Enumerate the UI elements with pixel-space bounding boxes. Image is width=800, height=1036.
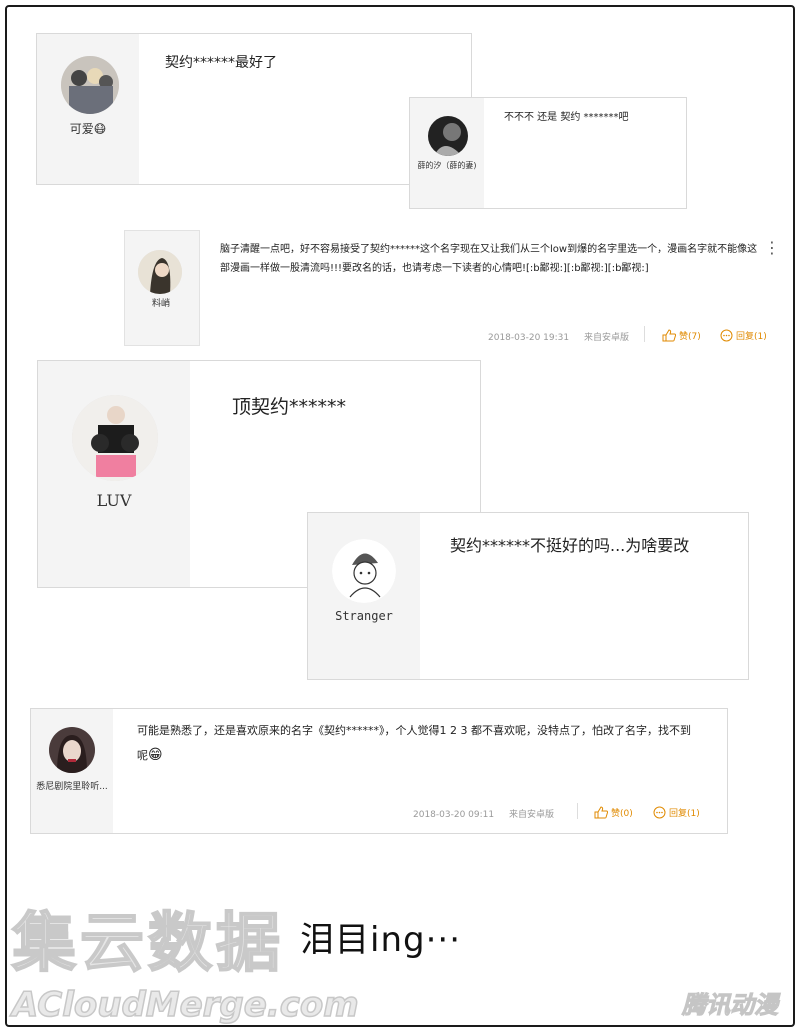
username[interactable]: 悉尼剧院里聆听...	[31, 779, 113, 792]
comment-meta: 2018-03-20 19:31 来自安卓版	[488, 330, 641, 343]
username[interactable]: LUV	[38, 491, 190, 510]
comment-date: 2018-03-20 19:31	[488, 333, 570, 343]
comment-card: 料峭 脑子清醒一点吧，好不容易接受了契约******这个名字现在又让我们从三个l…	[124, 230, 780, 346]
watermark-logo-cn: 集云数据	[11, 906, 284, 982]
like-count: 赞(0)	[611, 809, 633, 819]
username[interactable]: 料峭	[124, 296, 198, 309]
comment-meta: 2018-03-20 09:11 来自安卓版	[413, 807, 566, 820]
reply-bubble-icon	[720, 329, 733, 342]
comment-text-body: 可能是熟悉了，还是喜欢原来的名字《契约******》，个人觉得1 2 3 都不喜…	[137, 724, 691, 762]
avatar[interactable]	[138, 250, 182, 294]
comment-card: 可爱😷 契约******最好了	[36, 33, 472, 185]
username[interactable]: Stranger	[308, 609, 420, 623]
panel-caption: 泪目ing···	[300, 920, 461, 960]
comment-text: 顶契约******	[232, 396, 347, 418]
avatar[interactable]	[428, 116, 468, 156]
comment-text: 契约******不挺好的吗...为啥要改	[450, 536, 690, 555]
thumbs-up-icon	[662, 329, 676, 342]
grin-emoji-icon: 😁	[148, 746, 163, 763]
comment-text: 脑子清醒一点吧，好不容易接受了契约******这个名字现在又让我们从三个low到…	[220, 244, 758, 274]
divider	[644, 326, 645, 342]
comment-source: 来自安卓版	[583, 333, 629, 343]
reply-bubble-icon	[653, 806, 666, 819]
reply-button[interactable]: 回复(1)	[720, 329, 767, 342]
avatar[interactable]	[49, 727, 95, 773]
like-button[interactable]: 赞(0)	[594, 806, 633, 819]
reply-count: 回复(1)	[669, 809, 700, 819]
comment-text: 契约******最好了	[165, 55, 277, 71]
comment-card: 悉尼剧院里聆听... 可能是熟悉了，还是喜欢原来的名字《契约******》，个人…	[30, 708, 728, 834]
comment-source: 来自安卓版	[508, 810, 554, 820]
comment-card: Stranger 契约******不挺好的吗...为啥要改	[307, 512, 749, 680]
comment-card: 薛的汐（薛的妻) 不不不 还是 契约 *******吧	[409, 97, 687, 209]
watermark-logo-right: 腾讯动漫	[682, 991, 779, 1020]
username[interactable]: 可爱😷	[37, 120, 139, 137]
divider	[577, 803, 578, 819]
like-count: 赞(7)	[679, 332, 701, 342]
avatar[interactable]	[72, 395, 158, 481]
watermark-logo-en: ACloudMerge.com	[11, 984, 359, 1026]
comment-date: 2018-03-20 09:11	[413, 810, 495, 820]
comment-text: 不不不 还是 契约 *******吧	[504, 112, 629, 123]
avatar[interactable]	[332, 539, 396, 603]
reply-button[interactable]: 回复(1)	[653, 806, 700, 819]
thumbs-up-icon	[594, 806, 608, 819]
avatar[interactable]	[61, 56, 119, 114]
comment-text: 可能是熟悉了，还是喜欢原来的名字《契约******》，个人觉得1 2 3 都不喜…	[137, 721, 697, 768]
like-button[interactable]: 赞(7)	[662, 329, 701, 342]
more-menu-icon[interactable]: ⋮	[764, 238, 780, 257]
username[interactable]: 薛的汐（薛的妻)	[410, 160, 484, 171]
reply-count: 回复(1)	[736, 332, 767, 342]
